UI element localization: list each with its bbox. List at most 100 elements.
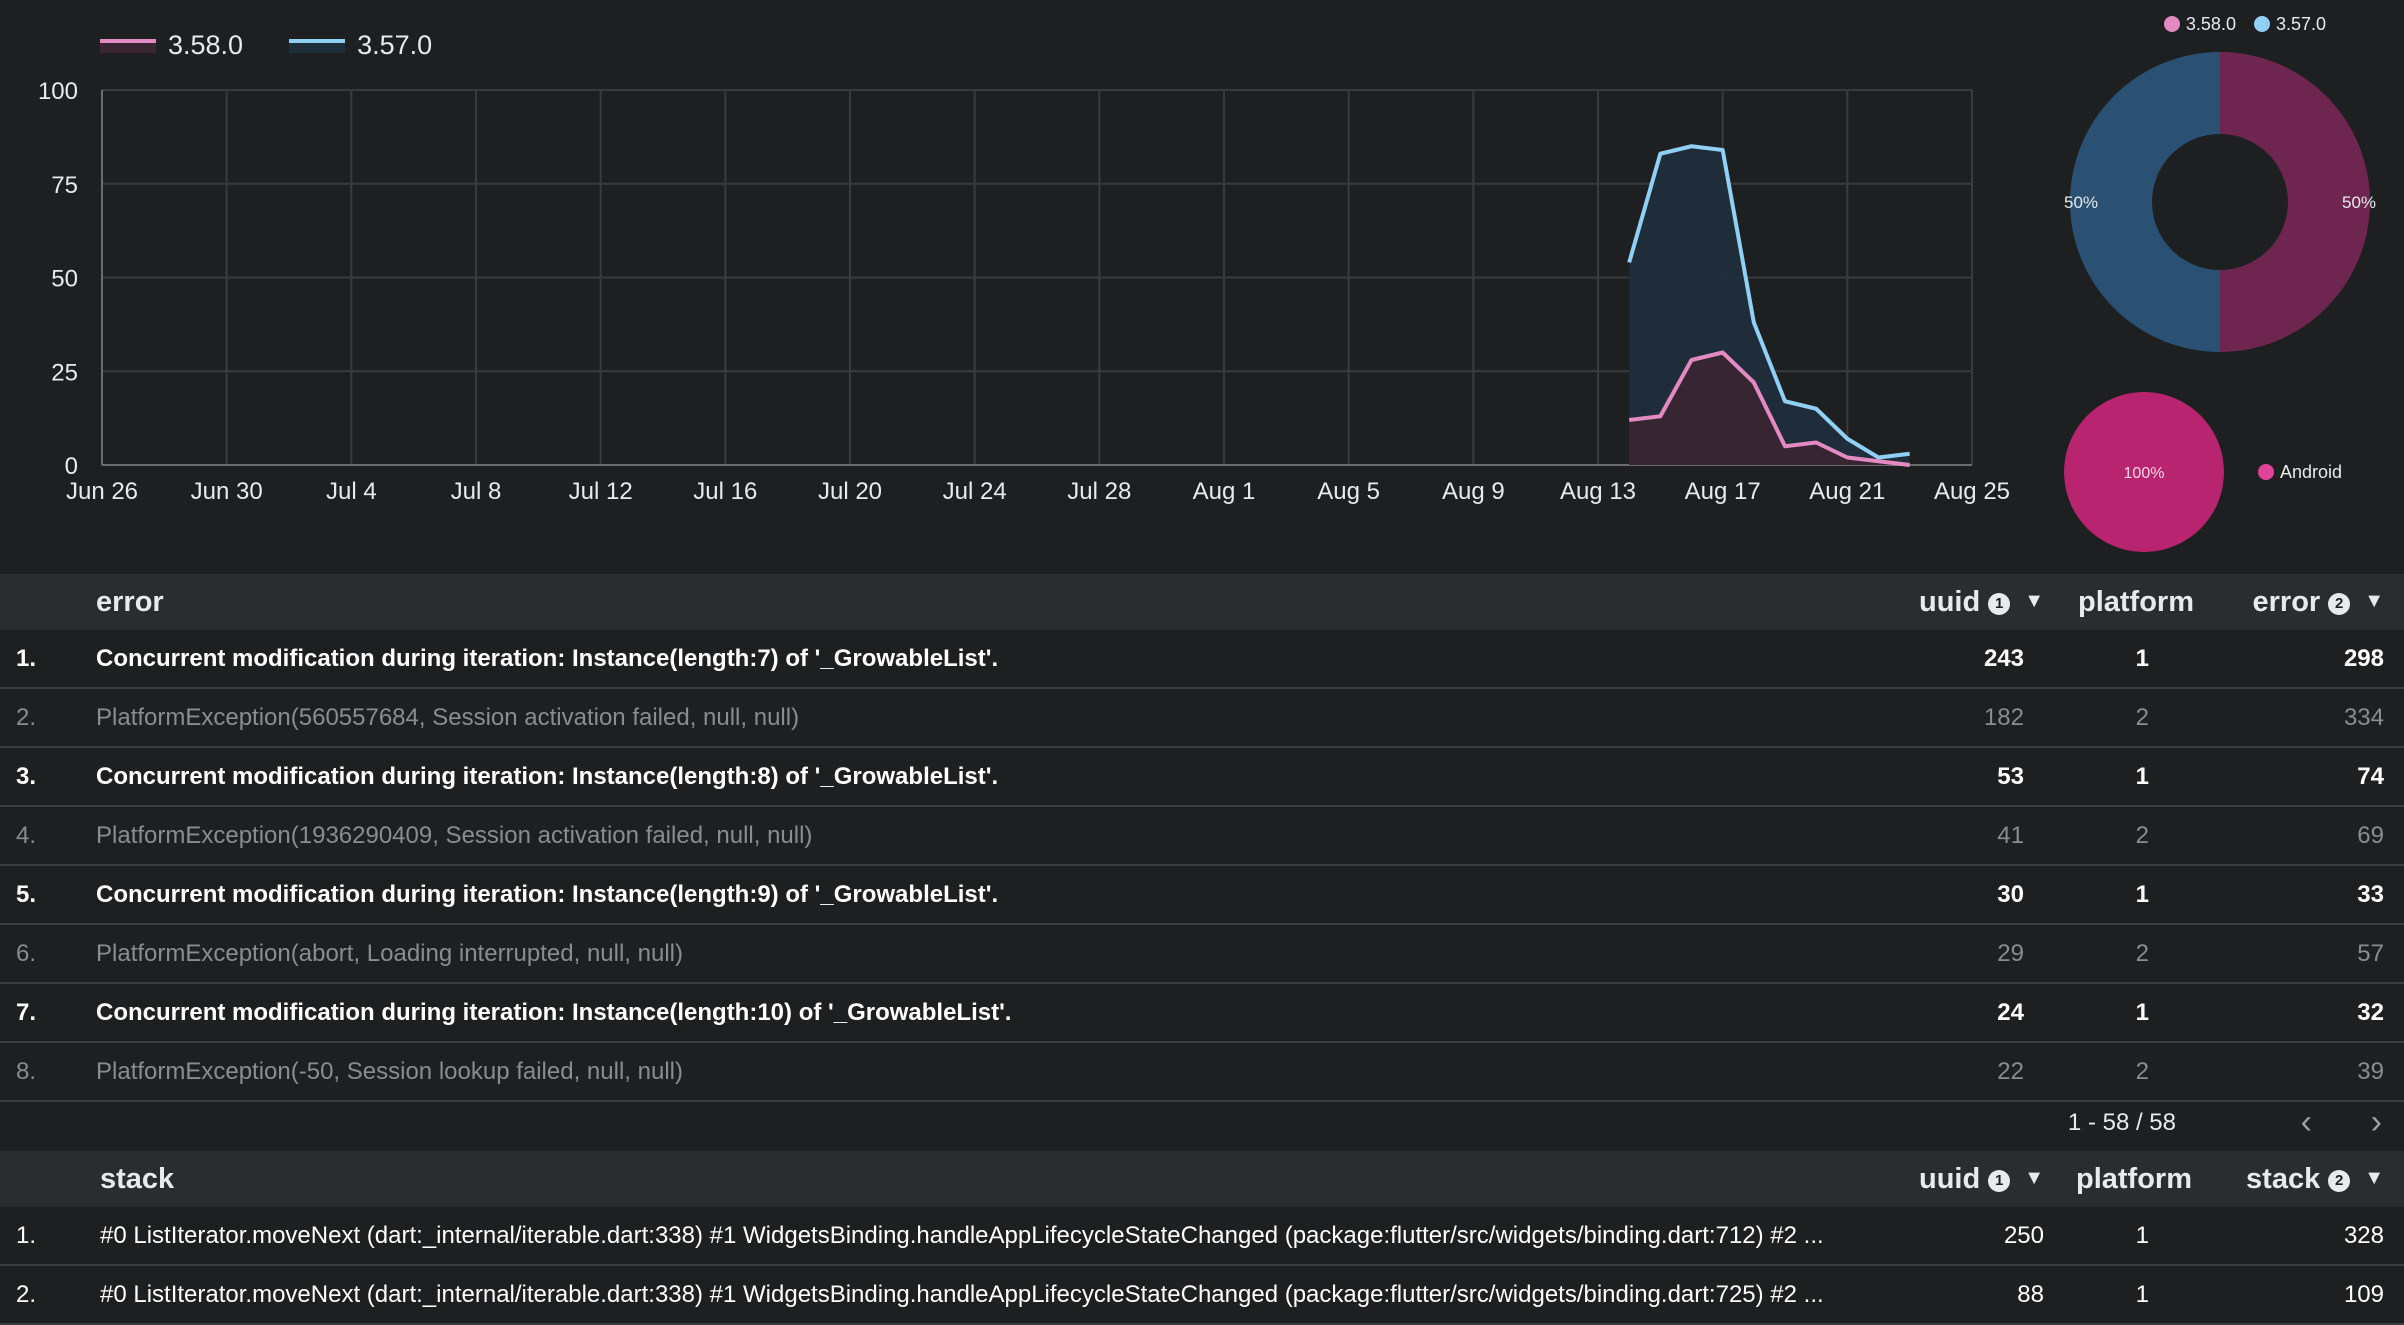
uuid-count: 30: [1997, 881, 2024, 909]
platform-legend[interactable]: Android: [2258, 462, 2342, 483]
error-message: Concurrent modification during iteration…: [96, 881, 998, 909]
sort-desc-icon[interactable]: ▼: [2024, 1167, 2044, 1190]
pagination-range: 1 - 58 / 58: [2068, 1109, 2176, 1137]
row-index: 4.: [16, 822, 36, 850]
info-icon[interactable]: 2: [2328, 593, 2350, 615]
column-header-uuid[interactable]: uuid1▼: [1919, 1163, 2044, 1196]
error-message: PlatformException(-50, Session lookup fa…: [96, 1058, 683, 1086]
platform-count: 1: [2136, 1222, 2149, 1250]
column-header-error[interactable]: error: [96, 586, 164, 619]
slice-percent-label: 50%: [2342, 193, 2376, 212]
uuid-count: 182: [1984, 704, 2024, 732]
row-index: 3.: [16, 763, 36, 791]
x-tick-label: Jul 4: [326, 478, 377, 505]
table-row[interactable]: 1.Concurrent modification during iterati…: [0, 630, 2404, 689]
platform-count: 2: [2136, 822, 2149, 850]
error-count: 33: [2357, 881, 2384, 909]
sort-desc-icon[interactable]: ▼: [2024, 590, 2044, 613]
platform-count: 1: [2136, 645, 2149, 673]
errors-table-header: error uuid 1 ▼ platform error 2 ▼: [0, 574, 2404, 630]
platform-count: 2: [2136, 704, 2149, 732]
column-header-platform[interactable]: platform: [2078, 586, 2194, 619]
platform-count: 1: [2136, 1281, 2149, 1309]
row-index: 5.: [16, 881, 36, 909]
sort-desc-icon[interactable]: ▼: [2364, 590, 2384, 613]
error-count: 74: [2357, 763, 2384, 791]
stack-table: stack uuid1▼ platform stack2▼ 1.#0 ListI…: [0, 1151, 2404, 1325]
column-header-label: error: [2253, 586, 2321, 618]
version-donut-chart: 3.58.0 3.57.0 50%50%: [2040, 0, 2404, 370]
row-index: 7.: [16, 999, 36, 1027]
platform-legend-item-android[interactable]: Android: [2258, 462, 2342, 483]
x-tick-label: Jul 12: [569, 478, 633, 505]
table-row[interactable]: 4. PlatformException(1936290409, Session …: [0, 807, 2404, 866]
column-header-uuid[interactable]: uuid 1 ▼: [1919, 586, 2044, 619]
x-tick-label: Aug 25: [1934, 478, 2010, 505]
x-tick-label: Jul 16: [693, 478, 757, 505]
info-icon[interactable]: 1: [1988, 1170, 2010, 1192]
y-tick-label: 75: [51, 172, 78, 199]
uuid-count: 41: [1997, 822, 2024, 850]
table-row[interactable]: 8. PlatformException(-50, Session lookup …: [0, 1043, 2404, 1102]
sort-desc-icon[interactable]: ▼: [2364, 1167, 2384, 1190]
stack-table-body: 1.#0 ListIterator.moveNext (dart:_intern…: [0, 1207, 2404, 1325]
legend-dot-icon: [2258, 464, 2274, 480]
version-trend-chart: 3.58.0 3.57.0 0255075100Jun 26Jun 30Jul …: [0, 0, 2030, 560]
error-message: PlatformException(abort, Loading interru…: [96, 940, 683, 968]
row-index: 2.: [16, 704, 36, 732]
errors-pagination: 1 - 58 / 58 ‹ ›: [0, 1095, 2404, 1153]
chevron-right-icon[interactable]: ›: [2371, 1103, 2382, 1142]
error-message: PlatformException(560557684, Session act…: [96, 704, 799, 732]
chevron-left-icon[interactable]: ‹: [2301, 1103, 2312, 1142]
error-count: 39: [2357, 1058, 2384, 1086]
x-tick-label: Aug 13: [1560, 478, 1636, 505]
error-count: 298: [2344, 645, 2384, 673]
table-row[interactable]: 6.PlatformException(abort, Loading inter…: [0, 925, 2404, 984]
y-tick-label: 25: [51, 359, 78, 386]
uuid-count: 29: [1997, 940, 2024, 968]
uuid-count: 250: [2004, 1222, 2044, 1250]
legend-label: 3.58.0: [2186, 14, 2236, 34]
uuid-count: 243: [1984, 645, 2024, 673]
error-message: Concurrent modification during iteration…: [96, 999, 1011, 1027]
x-tick-label: Jul 28: [1067, 478, 1131, 505]
donut-legend-item-3-57-0[interactable]: 3.57.0: [2254, 14, 2326, 35]
column-header-label: stack: [2246, 1163, 2320, 1195]
table-row[interactable]: 2. PlatformException(560557684, Session a…: [0, 689, 2404, 748]
legend-label: 3.57.0: [2276, 14, 2326, 34]
x-tick-label: Jul 24: [943, 478, 1007, 505]
info-icon[interactable]: 2: [2328, 1170, 2350, 1192]
x-tick-label: Aug 9: [1442, 478, 1505, 505]
column-header-error-count[interactable]: error 2 ▼: [2253, 586, 2385, 619]
uuid-count: 24: [1997, 999, 2024, 1027]
platform-count: 2: [2136, 940, 2149, 968]
line-chart-svg: 0255075100Jun 26Jun 30Jul 4Jul 8Jul 12Ju…: [0, 0, 2030, 560]
table-row[interactable]: 7. Concurrent modification during iterati…: [0, 984, 2404, 1043]
x-tick-label: Aug 1: [1193, 478, 1256, 505]
donut-legend[interactable]: 3.58.0 3.57.0: [2164, 14, 2326, 35]
error-count: 57: [2357, 940, 2384, 968]
column-header-stack[interactable]: stack: [100, 1163, 174, 1196]
x-tick-label: Jun 30: [191, 478, 263, 505]
table-row[interactable]: 5. Concurrent modification during iterati…: [0, 866, 2404, 925]
table-row[interactable]: 2.#0 ListIterator.moveNext (dart:_intern…: [0, 1266, 2404, 1325]
platform-count: 1: [2136, 999, 2149, 1027]
platform-pie-chart: 100% Android: [2040, 380, 2404, 560]
y-tick-label: 100: [38, 78, 78, 105]
column-header-label: uuid: [1919, 586, 1980, 618]
column-header-stack-count[interactable]: stack 2 ▼: [2246, 1163, 2384, 1196]
uuid-count: 22: [1997, 1058, 2024, 1086]
x-tick-label: Jul 8: [451, 478, 502, 505]
info-icon[interactable]: 1: [1988, 593, 2010, 615]
row-index: 8.: [16, 1058, 36, 1086]
column-header-platform[interactable]: platform: [2076, 1163, 2192, 1196]
x-tick-label: Jun 26: [66, 478, 138, 505]
table-row[interactable]: 3.Concurrent modification during iterati…: [0, 748, 2404, 807]
stack-count: 328: [2344, 1222, 2384, 1250]
error-message: Concurrent modification during iteration…: [96, 645, 998, 673]
platform-count: 2: [2136, 1058, 2149, 1086]
error-count: 334: [2344, 704, 2384, 732]
error-message: PlatformException(1936290409, Session ac…: [96, 822, 812, 850]
donut-legend-item-3-58-0[interactable]: 3.58.0: [2164, 14, 2236, 35]
table-row[interactable]: 1.#0 ListIterator.moveNext (dart:_intern…: [0, 1207, 2404, 1266]
